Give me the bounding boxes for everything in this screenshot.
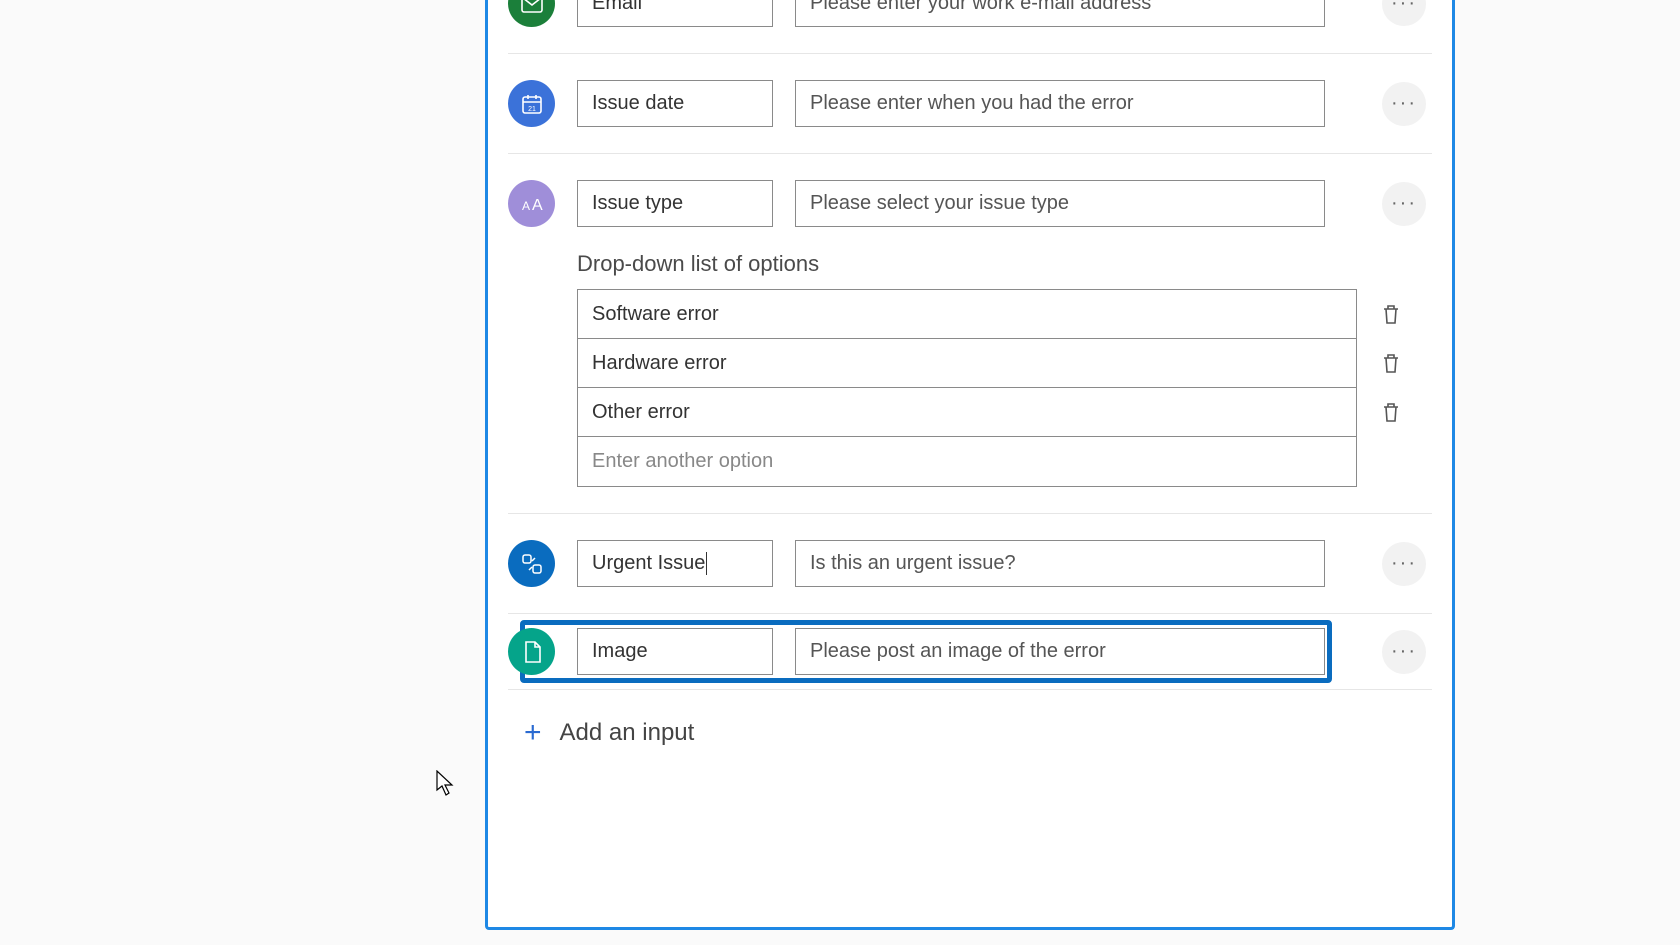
input-row-image: ··· — [508, 614, 1432, 690]
dropdown-options-list: Software error Hardware error Other erro… — [577, 289, 1357, 487]
more-button[interactable]: ··· — [1382, 542, 1426, 586]
trigger-parameters-panel: ··· 21 ··· AA ··· — [485, 0, 1455, 930]
mouse-cursor — [436, 770, 454, 796]
delete-option-button[interactable] — [1378, 397, 1404, 427]
delete-option-button[interactable] — [1378, 299, 1404, 329]
dropdown-option-label: Hardware error — [592, 352, 726, 375]
input-name-image[interactable] — [577, 628, 773, 675]
file-icon — [508, 628, 555, 675]
input-name-urgent[interactable]: Urgent Issue — [577, 540, 773, 587]
dropdown-title: Drop-down list of options — [577, 251, 1432, 277]
svg-text:A: A — [532, 197, 543, 214]
add-input-button[interactable]: + Add an input — [508, 690, 1432, 790]
add-input-label: Add an input — [560, 719, 695, 747]
dropdown-option[interactable]: Hardware error — [578, 339, 1356, 388]
input-desc-urgent[interactable] — [795, 540, 1325, 587]
dropdown-option[interactable]: Other error — [578, 388, 1356, 437]
dropdown-option[interactable]: Software error — [578, 290, 1356, 339]
yesno-icon — [508, 540, 555, 587]
calendar-icon: 21 — [508, 80, 555, 127]
input-row-urgent: Urgent Issue ··· — [508, 514, 1432, 614]
dropdown-option-label: Software error — [592, 303, 719, 326]
more-button[interactable]: ··· — [1382, 82, 1426, 126]
more-button[interactable]: ··· — [1382, 182, 1426, 226]
input-desc-image[interactable] — [795, 628, 1325, 675]
input-row-date: 21 ··· — [508, 54, 1432, 154]
svg-text:A: A — [522, 199, 530, 213]
dropdown-options-block: Drop-down list of options Software error… — [577, 251, 1432, 487]
input-name-email[interactable] — [577, 0, 773, 27]
input-row-email: ··· — [508, 0, 1432, 54]
delete-option-button[interactable] — [1378, 348, 1404, 378]
input-desc-email[interactable] — [795, 0, 1325, 27]
input-desc-type[interactable] — [795, 180, 1325, 227]
input-row-type: AA ··· Drop-down list of options Softwar… — [508, 154, 1432, 514]
input-name-urgent-text: Urgent Issue — [592, 552, 707, 575]
more-button[interactable]: ··· — [1382, 630, 1426, 674]
dropdown-placeholder: Enter another option — [592, 450, 773, 473]
input-name-type[interactable] — [577, 180, 773, 227]
more-button[interactable]: ··· — [1382, 0, 1426, 26]
plus-icon: + — [524, 716, 542, 750]
dropdown-option-label: Other error — [592, 401, 690, 424]
input-desc-date[interactable] — [795, 80, 1325, 127]
svg-text:21: 21 — [528, 106, 536, 113]
text-icon: AA — [508, 180, 555, 227]
dropdown-add-option[interactable]: Enter another option — [578, 437, 1356, 486]
email-icon — [508, 0, 555, 27]
input-name-date[interactable] — [577, 80, 773, 127]
